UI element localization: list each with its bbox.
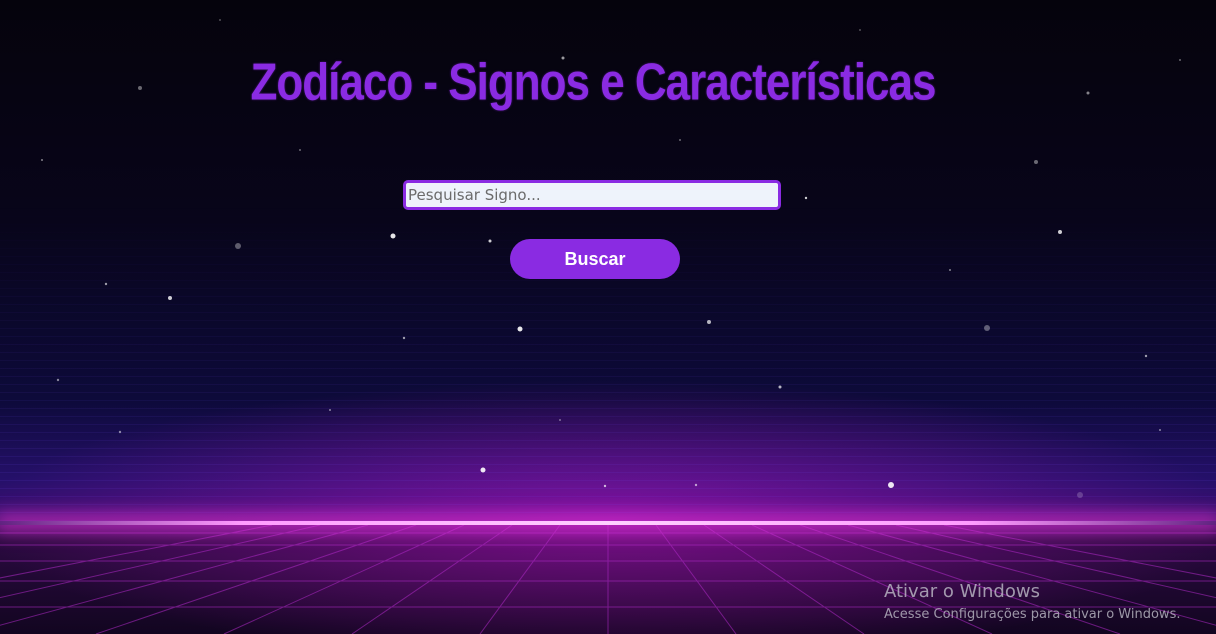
search-button[interactable]: Buscar [510, 239, 680, 279]
page-root: Zodíaco - Signos e Características Busca… [0, 0, 1216, 634]
watermark-subtitle: Acesse Configurações para ativar o Windo… [884, 607, 1181, 622]
page-title: Zodíaco - Signos e Características [250, 53, 937, 112]
horizon-glow-line [0, 521, 1216, 525]
sign-search-input[interactable] [403, 180, 781, 210]
watermark-title: Ativar o Windows [884, 581, 1040, 602]
windows-activation-watermark: Ativar o Windows Acesse Configurações pa… [884, 581, 1180, 627]
